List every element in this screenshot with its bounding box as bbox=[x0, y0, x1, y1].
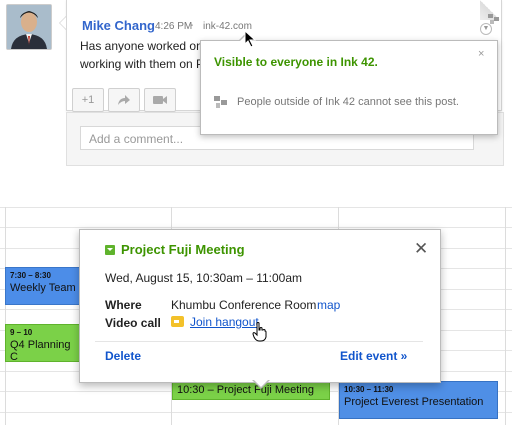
video-call-label: Video call bbox=[105, 316, 161, 330]
post-text-line-2: working with them on P bbox=[80, 57, 205, 71]
event-title: Project Everest Presentation bbox=[344, 396, 484, 408]
hangout-button[interactable] bbox=[144, 88, 176, 112]
map-link[interactable]: map bbox=[317, 298, 340, 312]
post-separator: - bbox=[190, 20, 194, 31]
post-pointer-fill bbox=[60, 17, 66, 29]
share-button[interactable] bbox=[108, 88, 140, 112]
event-project-everest[interactable]: 10:30 – 11:30 Project Everest Presentati… bbox=[339, 381, 498, 419]
profile-photo bbox=[7, 5, 51, 49]
delete-button[interactable]: Delete bbox=[105, 349, 141, 363]
hangout-icon bbox=[171, 316, 184, 327]
event-title: Project Fuji Meeting bbox=[121, 242, 245, 257]
share-arrow-icon bbox=[118, 95, 130, 105]
visibility-note: People outside of Ink 42 cannot see this… bbox=[237, 96, 459, 108]
where-value: Khumbu Conference Room bbox=[171, 298, 317, 312]
event-popup-pointer-fill bbox=[253, 379, 269, 387]
limited-share-icon bbox=[488, 14, 499, 24]
event-title: Weekly Team bbox=[10, 282, 76, 294]
where-label: Where bbox=[105, 298, 142, 312]
event-weekly-team[interactable]: 7:30 – 8:30 Weekly Team bbox=[5, 267, 83, 305]
event-time: 9 – 10 bbox=[10, 328, 33, 337]
event-title: Q4 Planning C bbox=[10, 339, 71, 363]
event-time: 7:30 – 8:30 bbox=[10, 271, 51, 280]
event-time-title: 10:30 – Project Fuji Meeting bbox=[177, 384, 314, 396]
close-icon[interactable]: ✕ bbox=[414, 240, 428, 257]
video-camera-icon bbox=[153, 96, 167, 104]
post-time[interactable]: 4:26 PM bbox=[155, 21, 192, 32]
event-project-fuji[interactable]: 10:30 – Project Fuji Meeting bbox=[172, 381, 330, 400]
event-date-time: Wed, August 15, 10:30am – 11:00am bbox=[105, 271, 303, 285]
event-q4-planning[interactable]: 9 – 10 Q4 Planning C bbox=[5, 324, 83, 363]
mouse-pointer-icon bbox=[244, 30, 257, 48]
edit-event-button[interactable]: Edit event » bbox=[340, 349, 407, 363]
plus-one-button[interactable]: +1 bbox=[72, 88, 104, 112]
event-color-dropdown-icon[interactable] bbox=[105, 245, 115, 255]
event-time: 10:30 – 11:30 bbox=[344, 385, 394, 394]
visibility-close-icon[interactable]: × bbox=[478, 48, 484, 60]
join-hangout-link[interactable]: Join hangout bbox=[190, 315, 259, 329]
hand-pointer-icon bbox=[252, 322, 267, 342]
post-menu-chevron-icon[interactable]: ▼ bbox=[480, 23, 492, 35]
visibility-title: Visible to everyone in Ink 42. bbox=[214, 55, 378, 69]
restricted-people-icon bbox=[214, 96, 227, 108]
post-text-line-1: Has anyone worked on bbox=[80, 39, 203, 53]
post-author[interactable]: Mike Chang bbox=[82, 18, 155, 33]
avatar[interactable] bbox=[6, 4, 52, 50]
